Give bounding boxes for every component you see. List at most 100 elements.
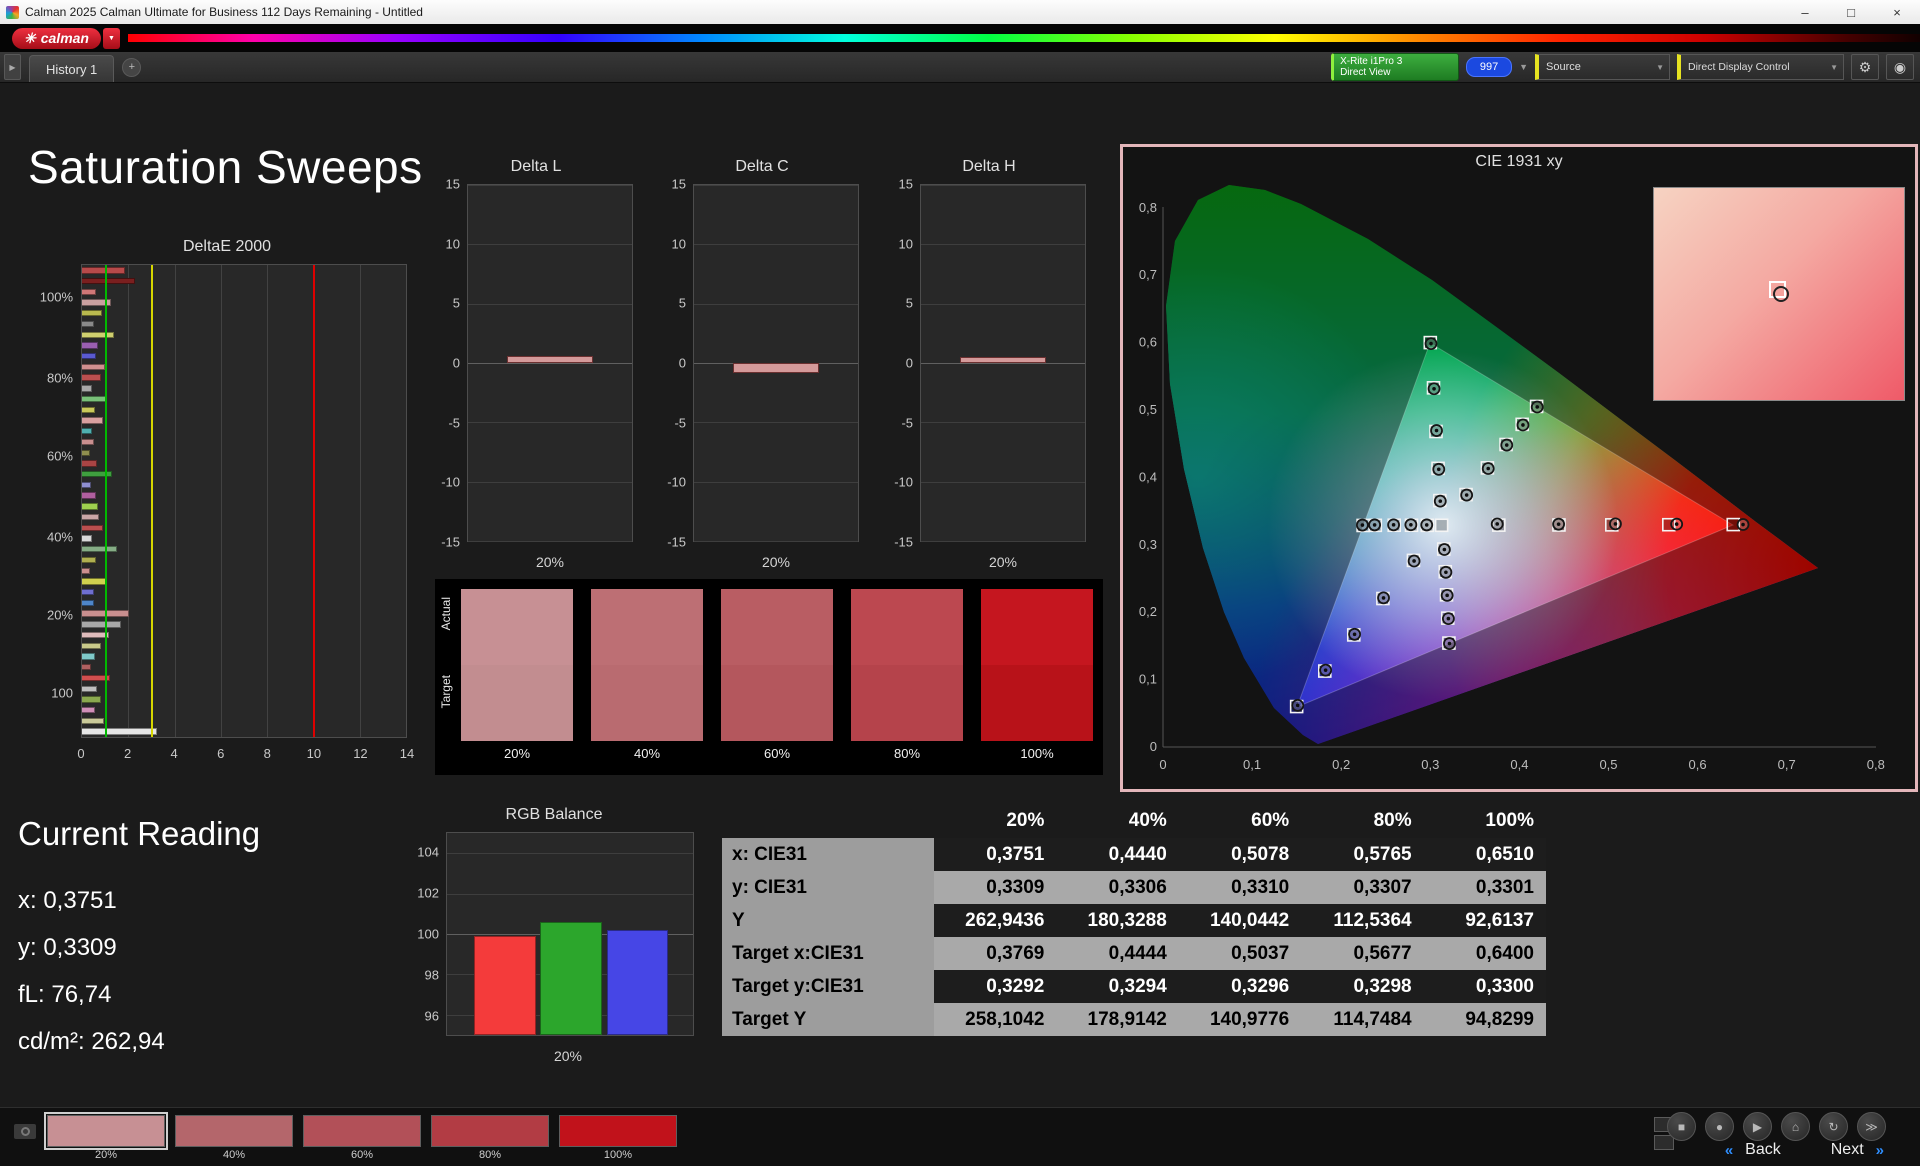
deltae-bar xyxy=(82,470,113,478)
camera-icon xyxy=(14,1124,36,1139)
x-tick-label: 6 xyxy=(217,746,225,761)
grid-line xyxy=(921,303,1085,305)
maximize-button[interactable]: □ xyxy=(1828,0,1874,24)
grid-line xyxy=(468,422,632,424)
x-tick-label: 8 xyxy=(263,746,271,761)
skip-button[interactable]: ≫ xyxy=(1857,1112,1886,1141)
power-button[interactable]: ◉ xyxy=(1886,54,1914,80)
sweep-swatch-80%: 80% xyxy=(851,589,963,761)
grid-line xyxy=(694,244,858,246)
x-axis-label: 20% xyxy=(761,554,791,570)
x-axis-label: 20% xyxy=(988,554,1018,570)
y-tick-label: 15 xyxy=(671,176,686,192)
reading-value: cd/m²: 262,94 xyxy=(18,1028,165,1055)
table-cell: 0,3298 xyxy=(1353,975,1412,997)
tab-history-1[interactable]: History 1 xyxy=(29,55,115,82)
x-tick-label: 12 xyxy=(353,746,368,761)
main-area: Saturation Sweeps DeltaE 2000 100% 80% 60%… xyxy=(0,82,1920,1108)
swatch-percent-label: 80% xyxy=(478,1149,502,1161)
close-button[interactable]: × xyxy=(1874,0,1920,24)
svg-text:0,5: 0,5 xyxy=(1139,402,1157,417)
device-name: X-Rite i1Pro 3 xyxy=(1340,56,1403,67)
x-axis-label: 20% xyxy=(553,1048,583,1064)
y-tick-label: 10 xyxy=(445,236,460,252)
bottom-swatch-100%[interactable]: 100% xyxy=(559,1115,677,1161)
deltae-bar xyxy=(82,395,108,403)
record-button[interactable]: ● xyxy=(1705,1112,1734,1141)
deltae-2000-chart: DeltaE 2000 100% 80% 60% 40% 20% 100 0 2 4 6 8 10 1… xyxy=(40,238,415,766)
table-cell: 178,9142 xyxy=(1087,1008,1167,1030)
swatch-percent-label: 40% xyxy=(222,1149,246,1161)
deltae-bar xyxy=(82,524,103,532)
bottom-swatch-60%[interactable]: 60% xyxy=(303,1115,421,1161)
x-axis-label: 20% xyxy=(535,554,565,570)
logo-menu-button[interactable]: ▼ xyxy=(102,27,120,49)
reference-line xyxy=(313,265,316,737)
grid-line xyxy=(694,422,858,424)
settings-gear-button[interactable]: ⚙ xyxy=(1851,54,1879,80)
y-tick-label: 98 xyxy=(424,967,439,983)
stop-button[interactable]: ■ xyxy=(1667,1112,1696,1141)
y-tick-label: 100 xyxy=(51,685,73,701)
refresh-button[interactable]: ↻ xyxy=(1819,1112,1848,1141)
grid-line xyxy=(359,265,361,737)
deltae-bar xyxy=(82,696,101,703)
swatch-percent-label: 60% xyxy=(763,746,791,761)
y-tick-label: 15 xyxy=(898,176,913,192)
bottom-swatch-80%[interactable]: 80% xyxy=(431,1115,549,1161)
column-header: 40% xyxy=(1128,810,1167,831)
grid-line xyxy=(921,244,1085,246)
next-icon: » xyxy=(1875,1141,1884,1159)
table-cell: 112,5364 xyxy=(1333,909,1412,931)
table-cell: 0,3307 xyxy=(1353,876,1412,898)
table-cell: 0,3296 xyxy=(1231,975,1290,997)
deltae-bar xyxy=(82,599,94,607)
display-control-dropdown[interactable]: Direct Display Control ▼ xyxy=(1677,54,1844,80)
add-tab-button[interactable]: + xyxy=(122,57,142,77)
logo-flake-icon: ✳ xyxy=(24,29,36,46)
deltae-bar xyxy=(82,438,94,446)
svg-text:0,1: 0,1 xyxy=(1139,672,1157,687)
back-button[interactable]: Back xyxy=(1745,1141,1781,1159)
svg-text:0,3: 0,3 xyxy=(1421,757,1439,772)
grid-line xyxy=(468,541,632,542)
table-cell: 114,7484 xyxy=(1333,1008,1412,1030)
next-button[interactable]: Next xyxy=(1831,1141,1864,1159)
table-cell: 0,5037 xyxy=(1231,942,1290,964)
play-button[interactable]: ▶ xyxy=(1743,1112,1772,1141)
chart-title: DeltaE 2000 xyxy=(182,238,272,255)
meter-device-button[interactable]: X-Rite i1Pro 3 Direct View xyxy=(1331,53,1460,81)
y-tick-label: -5 xyxy=(674,415,686,431)
row-label: Target Y xyxy=(722,1003,934,1036)
svg-text:0: 0 xyxy=(1159,757,1166,772)
home-button[interactable]: ⌂ xyxy=(1781,1112,1810,1141)
page-title: Saturation Sweeps xyxy=(28,141,423,193)
y-tick-label: -10 xyxy=(441,474,460,490)
deltae-bar xyxy=(82,706,95,714)
deltae-bar xyxy=(82,492,96,499)
bottom-swatch-40%[interactable]: 40% xyxy=(175,1115,293,1161)
source-label: Source xyxy=(1546,61,1581,73)
delta-h-chart: Delta H 15 10 5 0 -5 -10 -15 20% xyxy=(888,158,1090,570)
delta-l-chart: Delta L 15 10 5 0 -5 -10 -15 20% xyxy=(435,158,637,570)
inset-measured-circle xyxy=(1772,285,1789,302)
deltae-bar xyxy=(82,588,94,596)
panel-expander-button[interactable]: ▶ xyxy=(4,54,21,80)
svg-text:0,1: 0,1 xyxy=(1243,757,1261,772)
reading-count-badge[interactable]: 997 xyxy=(1466,57,1513,77)
minimize-button[interactable]: – xyxy=(1782,0,1828,24)
deltae-bar xyxy=(82,320,94,328)
y-tick-label: 40% xyxy=(46,529,73,545)
bottom-swatch-20%[interactable]: 20% xyxy=(44,1112,168,1161)
x-tick-label: 14 xyxy=(399,746,415,761)
y-tick-label: 0 xyxy=(905,355,913,371)
y-tick-label: 100 xyxy=(417,926,439,942)
source-dropdown[interactable]: Source ▼ xyxy=(1535,54,1670,80)
deltae-bar xyxy=(82,417,103,424)
table-cell: 180,3288 xyxy=(1087,909,1167,931)
device-mode: Direct View xyxy=(1340,67,1391,78)
reading-value: y: 0,3309 xyxy=(18,934,117,961)
svg-text:0,4: 0,4 xyxy=(1510,757,1528,772)
chevron-down-icon[interactable]: ▼ xyxy=(1519,62,1528,72)
sweep-swatch-100%: 100% xyxy=(981,589,1093,761)
